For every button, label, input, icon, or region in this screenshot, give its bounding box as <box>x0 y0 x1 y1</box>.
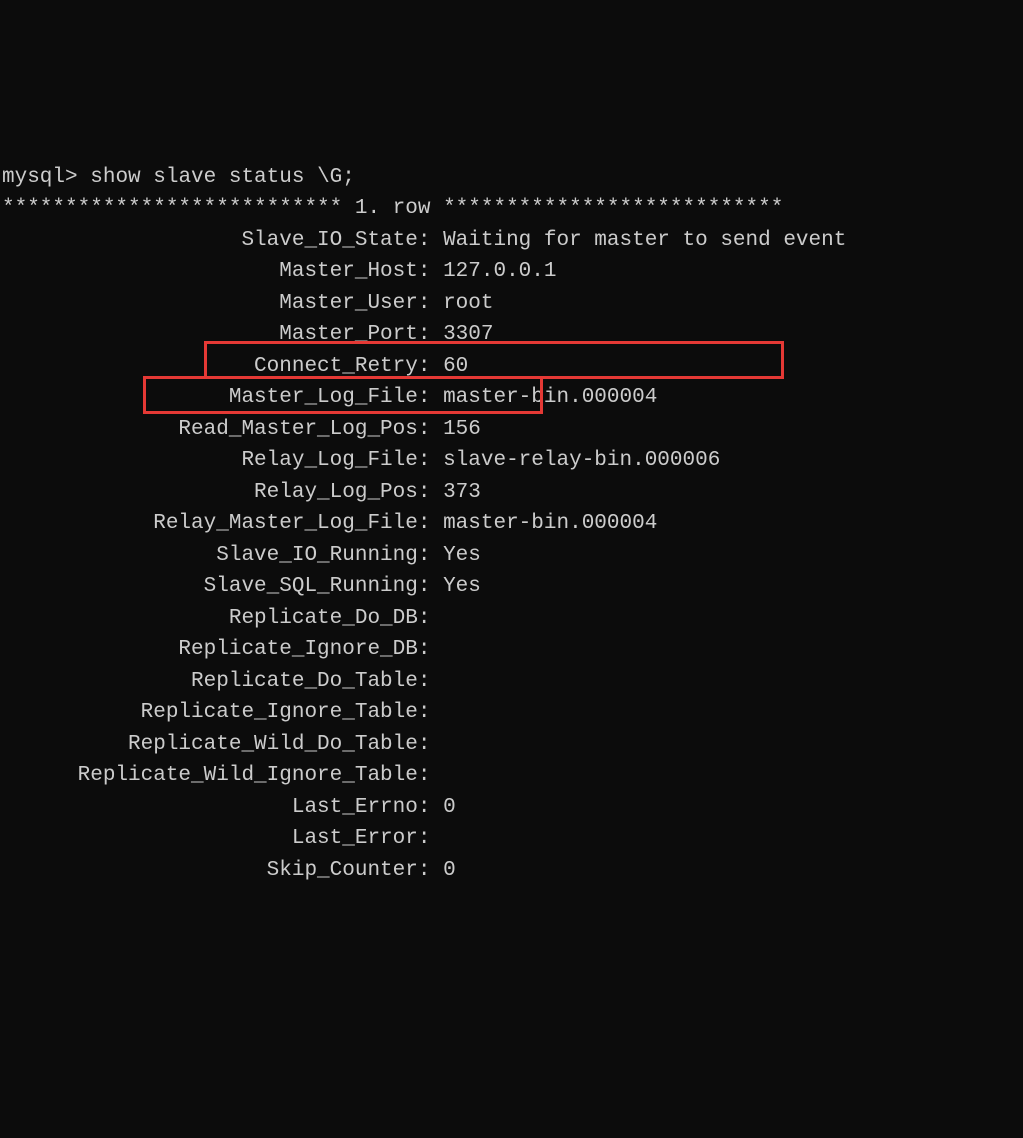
status-row: Master_Log_File: master-bin.000004 <box>2 382 1023 414</box>
status-row: Last_Errno: 0 <box>2 792 1023 824</box>
status-row: Replicate_Do_Table: <box>2 666 1023 698</box>
status-row: Master_Port: 3307 <box>2 319 1023 351</box>
status-row: Last_Error: <box>2 823 1023 855</box>
mysql-prompt: mysql> <box>2 166 78 189</box>
status-row: Relay_Log_File: slave-relay-bin.000006 <box>2 445 1023 477</box>
status-row: Slave_SQL_Running: Yes <box>2 571 1023 603</box>
status-row: Slave_IO_Running: Yes <box>2 540 1023 572</box>
status-row: Replicate_Wild_Do_Table: <box>2 729 1023 761</box>
command-text: show slave status \G; <box>90 166 355 189</box>
status-row: Connect_Retry: 60 <box>2 351 1023 383</box>
status-row: Replicate_Wild_Ignore_Table: <box>2 760 1023 792</box>
status-row: Relay_Log_Pos: 373 <box>2 477 1023 509</box>
terminal-output[interactable]: mysql> show slave status \G; ***********… <box>0 126 1023 981</box>
status-row: Master_Host: 127.0.0.1 <box>2 256 1023 288</box>
status-row: Replicate_Do_DB: <box>2 603 1023 635</box>
status-row: Replicate_Ignore_DB: <box>2 634 1023 666</box>
row-header: *************************** 1. row *****… <box>2 197 783 220</box>
status-row: Relay_Master_Log_File: master-bin.000004 <box>2 508 1023 540</box>
status-row: Slave_IO_State: Waiting for master to se… <box>2 225 1023 257</box>
status-fields: Slave_IO_State: Waiting for master to se… <box>2 225 1023 887</box>
status-row: Read_Master_Log_Pos: 156 <box>2 414 1023 446</box>
status-row: Skip_Counter: 0 <box>2 855 1023 887</box>
status-row: Master_User: root <box>2 288 1023 320</box>
status-row: Replicate_Ignore_Table: <box>2 697 1023 729</box>
